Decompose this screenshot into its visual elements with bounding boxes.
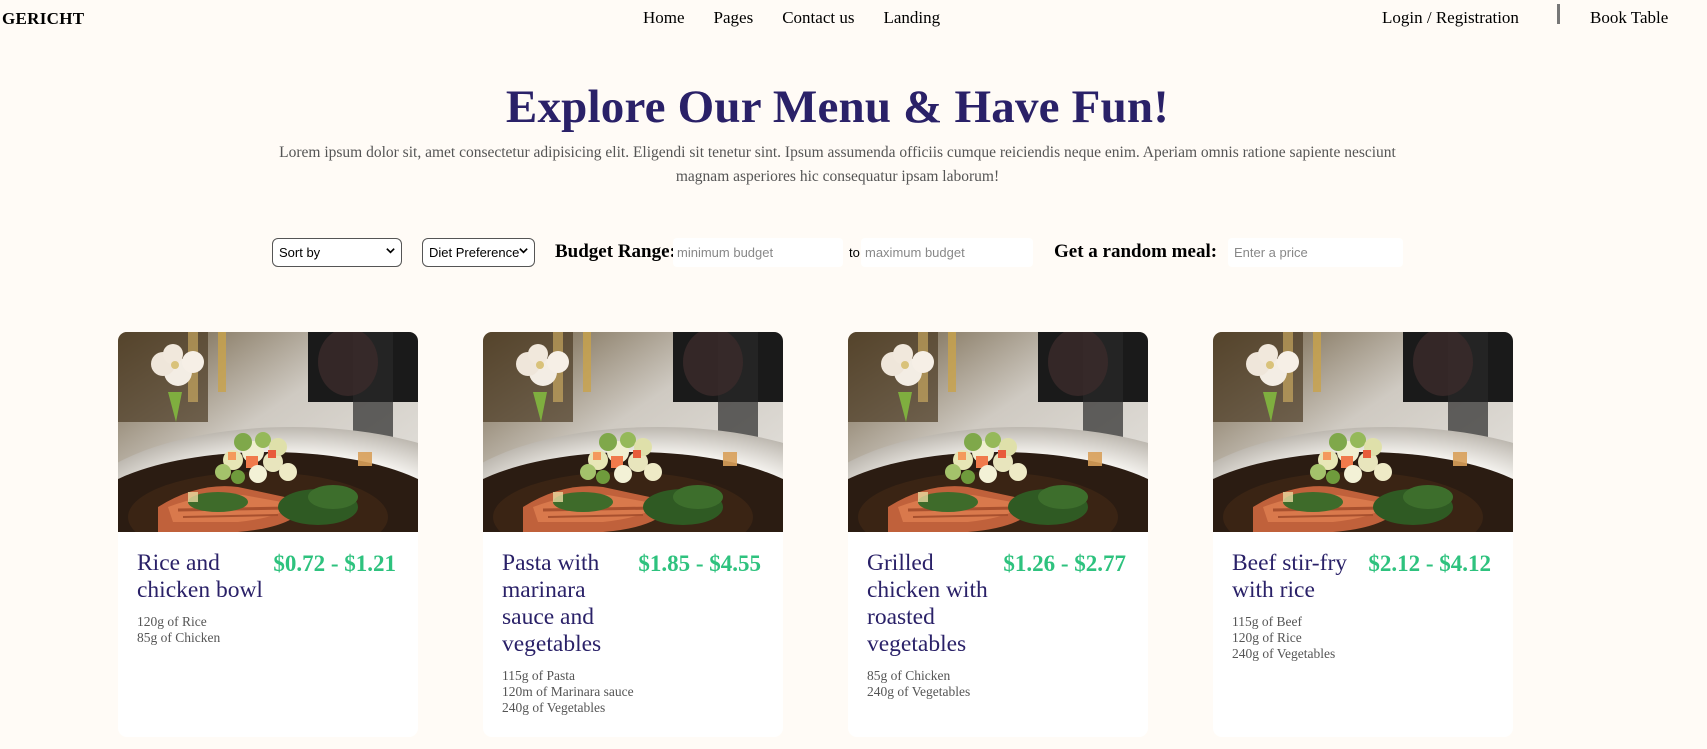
login-registration-link[interactable]: Login / Registration (1382, 8, 1519, 28)
chevron-down-icon (386, 248, 395, 254)
ingredient-item: 85g of Chicken (867, 668, 951, 683)
ingredient-item: 240g of Vegetables (1232, 646, 1336, 661)
meal-ingredients: 85g of Chicken 240g of Vegetables (867, 668, 970, 700)
meal-price: $1.85 - $4.55 (638, 551, 761, 576)
nav-link-home[interactable]: Home (643, 8, 685, 28)
meal-photo (1213, 332, 1513, 532)
meal-name: Rice and chicken bowl (137, 550, 263, 603)
brand-logo[interactable]: GERICHT (2, 9, 84, 29)
meal-photo (118, 332, 418, 532)
meal-ingredients: 115g of Pasta 120m of Marinara sauce 240… (502, 668, 634, 716)
budget-range-label: Budget Range: (555, 241, 676, 262)
minimum-budget-input[interactable]: minimum budget (673, 238, 843, 267)
ingredient-item: 120g of Rice (137, 614, 207, 629)
ingredient-item: 120m of Marinara sauce (502, 684, 634, 699)
page-subtitle: Lorem ipsum dolor sit, amet consectetur … (279, 144, 1396, 185)
meal-name: Grilled chicken with roasted vegetables (867, 550, 988, 657)
nav-divider (1557, 4, 1560, 24)
ingredient-item: 240g of Vegetables (867, 684, 971, 699)
meal-card[interactable]: Pasta with marinara sauce and vegetables… (483, 332, 783, 737)
meal-price: $1.26 - $2.77 (1003, 551, 1126, 576)
meal-photo (483, 332, 783, 532)
nav-link-contact[interactable]: Contact us (782, 8, 854, 28)
meal-ingredients: 120g of Rice 85g of Chicken (137, 614, 220, 646)
meal-name: Beef stir-fry with rice (1232, 550, 1348, 603)
random-meal-price-input[interactable]: Enter a price (1228, 238, 1403, 267)
ingredient-item: 85g of Chicken (137, 630, 221, 645)
book-table-link[interactable]: Book Table (1590, 8, 1668, 28)
top-navigation: GERICHT Home Pages Contact us Landing Lo… (0, 0, 1707, 38)
ingredient-item: 240g of Vegetables (502, 700, 606, 715)
filter-bar: Sort by Diet Preference Budget Range: mi… (0, 238, 1707, 268)
meal-name: Pasta with marinara sauce and vegetables (502, 550, 602, 657)
ingredient-item: 120g of Rice (1232, 630, 1302, 645)
meal-ingredients: 115g of Beef 120g of Rice 240g of Vegeta… (1232, 614, 1335, 662)
meal-price: $0.72 - $1.21 (273, 551, 396, 576)
meal-photo (848, 332, 1148, 532)
meal-price: $2.12 - $4.12 (1368, 551, 1491, 576)
maximum-budget-input[interactable]: maximum budget (861, 238, 1033, 267)
sort-select-value: Sort by (279, 245, 321, 260)
diet-preference-select[interactable]: Diet Preference (422, 238, 535, 267)
diet-select-value: Diet Preference (429, 245, 520, 260)
meal-card[interactable]: Beef stir-fry with rice $2.12 - $4.12 11… (1213, 332, 1513, 737)
random-meal-label: Get a random meal: (1054, 241, 1218, 262)
meal-card[interactable]: Grilled chicken with roasted vegetables … (848, 332, 1148, 737)
meal-card[interactable]: Rice and chicken bowl $0.72 - $1.21 120g… (118, 332, 418, 737)
nav-link-pages[interactable]: Pages (714, 8, 754, 28)
budget-to-label: to (849, 245, 860, 260)
ingredient-item: 115g of Beef (1232, 614, 1302, 629)
ingredient-item: 115g of Pasta (502, 668, 575, 683)
nav-link-landing[interactable]: Landing (883, 8, 940, 28)
chevron-down-icon (519, 248, 528, 254)
sort-select[interactable]: Sort by (272, 238, 402, 267)
nav-links: Home Pages Contact us Landing (643, 8, 969, 28)
page-title: Explore Our Menu & Have Fun! (505, 81, 1170, 133)
